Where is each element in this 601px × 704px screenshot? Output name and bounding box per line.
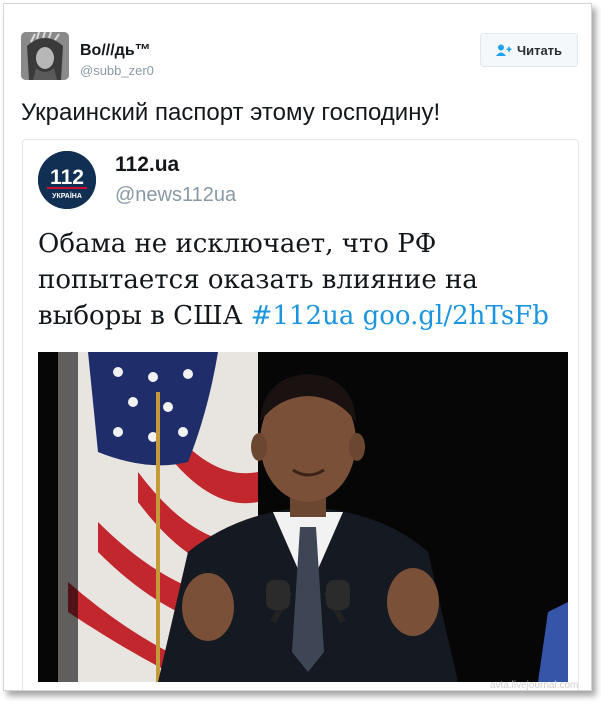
author-avatar[interactable] [21, 32, 69, 80]
logo-number: 112 [50, 166, 84, 189]
watermark: avta.livejournal.com [490, 680, 579, 691]
avatar-image [21, 32, 69, 80]
logo-caption: УКРАЇНА [52, 192, 82, 200]
news112-logo[interactable]: 112 УКРАЇНА [38, 151, 96, 209]
quoted-author-handle[interactable]: @news112ua [115, 184, 236, 207]
tweet-photo[interactable] [38, 352, 568, 682]
speaker-photo [38, 352, 568, 682]
tweet-text: Украинский паспорт этому господину! [21, 99, 441, 126]
quoted-author-name[interactable]: 112.ua [115, 153, 179, 177]
short-url-link[interactable]: goo.gl/2hTsFb [363, 301, 549, 331]
author-handle[interactable]: @subb_zer0 [80, 63, 154, 78]
quoted-tweet[interactable]: 112 УКРАЇНА 112.ua @news112ua Обама не и… [22, 139, 579, 690]
follow-button-label: Читать [516, 42, 563, 58]
author-name[interactable]: Bo///дь™ [80, 42, 151, 60]
hashtag-link[interactable]: #112ua [251, 301, 355, 331]
follow-button[interactable]: Читать [480, 33, 578, 67]
quoted-tweet-text: Обама не исключает, что РФ попытается ок… [38, 226, 558, 334]
add-user-icon [495, 44, 512, 56]
tweet-card: Bo///дь™ @subb_zer0 Читать Украинский па… [3, 3, 592, 691]
